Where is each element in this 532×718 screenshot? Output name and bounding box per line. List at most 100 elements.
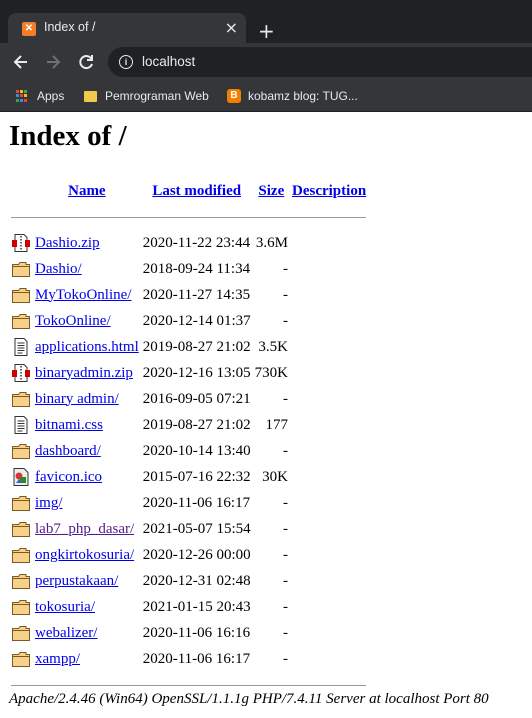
name-cell: ongkirtokosuria/ [34, 543, 140, 567]
table-row: Dashio.zip 2020-11-22 23:44 3.6M [10, 231, 367, 255]
bookmarks-bar: Apps Pemrograman Web B kobamz blog: TUG.… [0, 81, 532, 112]
blogger-icon: B [227, 89, 241, 103]
last-modified-cell: 2020-12-26 00:00 [142, 546, 251, 563]
sort-by-size-link[interactable]: Size [258, 183, 284, 199]
table-row: ongkirtokosuria/2020-12-26 00:00 - [10, 543, 367, 567]
tab-title: Index of / [44, 20, 96, 34]
tab-active[interactable]: ✕ Index of / × [8, 13, 246, 43]
tab-close-icon[interactable]: × [225, 18, 238, 37]
table-row: Dashio/2018-09-24 11:34 - [10, 257, 367, 281]
last-modified-cell: 2018-09-24 11:34 [142, 260, 251, 277]
table-row: perpustakaan/2020-12-31 02:48 - [10, 569, 367, 593]
size-cell: - [283, 650, 288, 667]
site-info-icon[interactable]: i [119, 55, 133, 69]
bookmark-label: Apps [37, 89, 65, 103]
last-modified-cell: 2020-11-06 16:17 [142, 494, 251, 511]
folder-icon [11, 259, 31, 279]
table-row: MyTokoOnline/2020-11-27 14:35 - [10, 283, 367, 307]
description-cell [291, 361, 367, 385]
new-tab-button[interactable]: + [258, 21, 275, 41]
page-content: Index of / Name Last modified Size Descr… [0, 112, 532, 718]
icon-cell [10, 621, 32, 645]
table-row: favicon.ico 2015-07-16 22:32 30K [10, 465, 367, 489]
file-link[interactable]: Dashio/ [35, 261, 82, 277]
description-cell [291, 309, 367, 333]
arrow-right-icon [47, 55, 61, 69]
folder-icon [11, 649, 31, 669]
folder-icon [11, 571, 31, 591]
address-bar[interactable]: i localhost [108, 47, 532, 77]
icon-cell [10, 257, 32, 281]
description-cell [291, 595, 367, 619]
file-link[interactable]: binary admin/ [35, 391, 119, 407]
icon-cell [10, 517, 32, 541]
table-row: xampp/2020-11-06 16:17 - [10, 647, 367, 671]
url-text: localhost [142, 54, 196, 69]
name-cell: favicon.ico [34, 465, 140, 489]
sort-by-last-modified-link[interactable]: Last modified [152, 183, 241, 199]
name-cell: applications.html [34, 335, 140, 359]
file-link[interactable]: webalizer/ [35, 625, 97, 641]
size-cell: 3.5K [258, 338, 288, 355]
folder-icon [11, 597, 31, 617]
file-link[interactable]: favicon.ico [35, 469, 102, 485]
file-link[interactable]: perpustakaan/ [35, 573, 118, 589]
header-divider [10, 205, 367, 229]
name-cell: binaryadmin.zip [34, 361, 140, 385]
name-cell: perpustakaan/ [34, 569, 140, 593]
folder-icon [84, 91, 97, 102]
file-link[interactable]: MyTokoOnline/ [35, 287, 131, 303]
description-cell [291, 257, 367, 281]
file-link[interactable]: lab7_php_dasar/ [35, 521, 134, 537]
file-link[interactable]: dashboard/ [35, 443, 101, 459]
name-cell: MyTokoOnline/ [34, 283, 140, 307]
file-link[interactable]: xampp/ [35, 651, 80, 667]
description-cell [291, 543, 367, 567]
size-cell: - [283, 312, 288, 329]
file-link[interactable]: Dashio.zip [35, 235, 100, 251]
description-cell [291, 439, 367, 463]
icon-cell [10, 335, 32, 359]
folder-icon [11, 311, 31, 331]
last-modified-cell: 2020-10-14 13:40 [142, 442, 251, 459]
icon-cell [10, 439, 32, 463]
back-button[interactable] [10, 51, 32, 73]
file-link[interactable]: bitnami.css [35, 417, 103, 433]
file-link[interactable]: binaryadmin.zip [35, 365, 133, 381]
table-row: TokoOnline/2020-12-14 01:37 - [10, 309, 367, 333]
sort-by-description-link[interactable]: Description [292, 183, 366, 199]
file-link[interactable]: tokosuria/ [35, 599, 95, 615]
bookmark-label: kobamz blog: TUG... [248, 89, 358, 103]
folder-icon [11, 285, 31, 305]
apps-grid-icon [16, 90, 28, 102]
file-link[interactable]: img/ [35, 495, 63, 511]
last-modified-cell: 2019-08-27 21:02 [142, 416, 251, 433]
reload-button[interactable] [75, 51, 97, 73]
icon-cell [10, 569, 32, 593]
name-cell: Dashio.zip [34, 231, 140, 255]
last-modified-cell: 2020-11-06 16:17 [142, 650, 251, 667]
description-cell [291, 335, 367, 359]
size-cell: 30K [262, 468, 288, 485]
sort-by-name-link[interactable]: Name [68, 183, 106, 199]
forward-button[interactable] [42, 51, 64, 73]
file-link[interactable]: ongkirtokosuria/ [35, 547, 134, 563]
size-cell: - [283, 286, 288, 303]
file-link[interactable]: TokoOnline/ [35, 313, 111, 329]
file-link[interactable]: applications.html [35, 339, 139, 355]
last-modified-cell: 2019-08-27 21:02 [142, 338, 251, 355]
name-cell: TokoOnline/ [34, 309, 140, 333]
name-cell: webalizer/ [34, 621, 140, 645]
text-icon [11, 337, 31, 357]
icon-cell [10, 595, 32, 619]
description-cell [291, 283, 367, 307]
description-cell [291, 413, 367, 437]
folder-icon [11, 623, 31, 643]
description-cell [291, 647, 367, 671]
icon-cell [10, 465, 32, 489]
table-row: binary admin/2016-09-05 07:21 - [10, 387, 367, 411]
size-cell: - [283, 624, 288, 641]
name-cell: binary admin/ [34, 387, 140, 411]
last-modified-cell: 2021-01-15 20:43 [142, 598, 251, 615]
last-modified-cell: 2020-11-22 23:44 [142, 234, 251, 251]
